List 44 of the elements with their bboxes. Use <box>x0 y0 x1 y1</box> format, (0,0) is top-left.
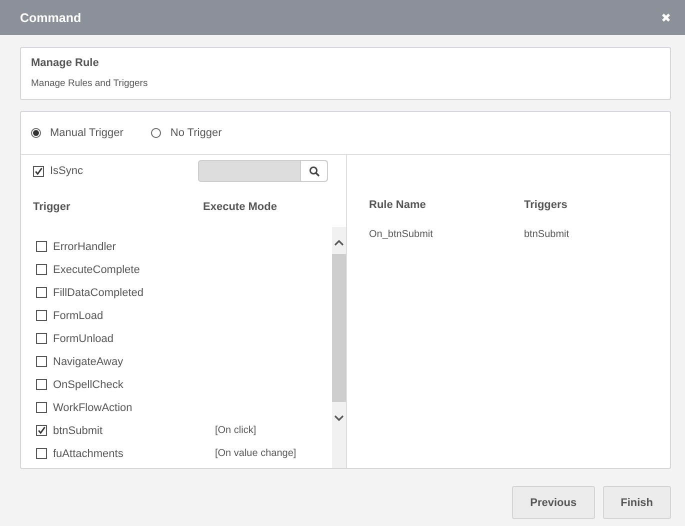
trigger-name: FillDataCompleted <box>53 286 144 298</box>
radio-label[interactable]: No Trigger <box>170 127 222 139</box>
radio-button[interactable] <box>31 128 41 138</box>
radio-label[interactable]: Manual Trigger <box>50 127 124 139</box>
rule-name: On_btnSubmit <box>369 229 434 240</box>
trigger-name: btnSubmit <box>53 424 104 436</box>
trigger-name: FormUnload <box>53 332 115 344</box>
trigger-name: ExecuteComplete <box>53 264 141 276</box>
checkbox[interactable] <box>36 425 47 436</box>
column-header: Trigger <box>33 201 72 213</box>
execute-mode: [On value change] <box>215 448 296 459</box>
checkbox[interactable] <box>36 356 47 367</box>
column-header: Execute Mode <box>203 201 277 213</box>
finish-button[interactable]: Finish <box>602 486 671 519</box>
checkbox[interactable] <box>36 264 47 275</box>
checkbox[interactable] <box>36 448 47 459</box>
checkbox[interactable] <box>33 166 44 176</box>
trigger-name: OnSpellCheck <box>53 378 124 390</box>
trigger-name: WorkFlowAction <box>53 402 134 414</box>
checkbox-label[interactable]: IsSync <box>50 165 84 177</box>
trigger-name: fuAttachments <box>53 448 124 460</box>
chevron-down-icon[interactable] <box>334 414 344 422</box>
chevron-up-icon[interactable] <box>334 239 344 247</box>
trigger-name: FormLoad <box>53 310 104 322</box>
section-subtitle: Manage Rules and Triggers <box>31 78 149 89</box>
checkbox[interactable] <box>36 241 47 252</box>
execute-mode: [On click] <box>215 425 256 436</box>
checkbox[interactable] <box>36 333 47 344</box>
window-title: Command <box>20 10 82 24</box>
search-field[interactable] <box>198 160 328 182</box>
column-header: Triggers <box>524 199 568 213</box>
section-title: Manage Rule <box>31 57 100 69</box>
previous-button[interactable]: Previous <box>512 486 595 519</box>
checkbox[interactable] <box>36 402 47 413</box>
trigger-name: NavigateAway <box>53 356 124 368</box>
checkbox[interactable] <box>36 379 47 390</box>
checkbox[interactable] <box>36 287 47 298</box>
column-header: Rule Name <box>369 199 427 213</box>
search-icon[interactable] <box>308 166 320 176</box>
radio-button[interactable] <box>151 128 162 138</box>
scrollbar[interactable] <box>332 227 346 468</box>
trigger-name: ErrorHandler <box>53 240 117 252</box>
checkbox[interactable] <box>36 310 47 321</box>
rule-trigger: btnSubmit <box>524 229 570 240</box>
